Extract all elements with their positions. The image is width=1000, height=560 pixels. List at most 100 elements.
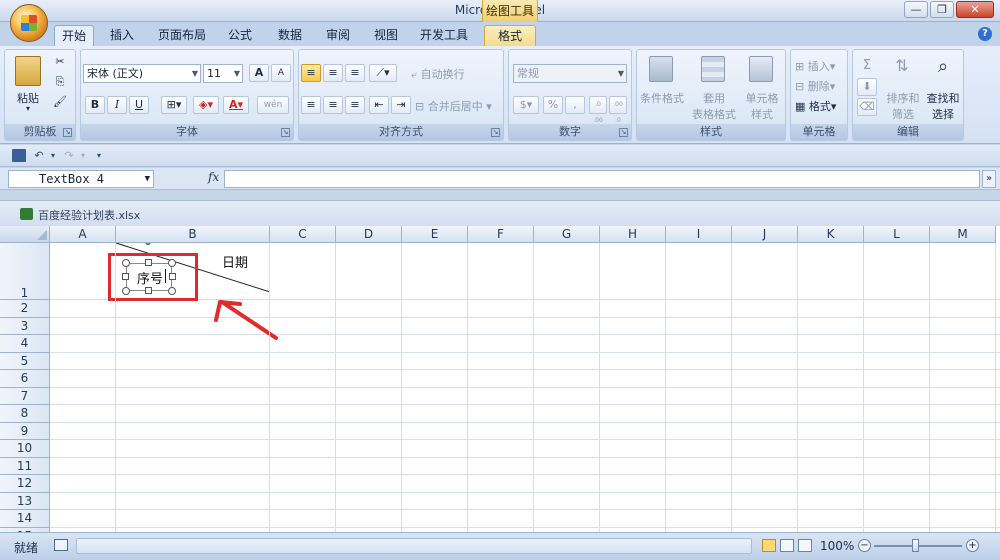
- column-header-j[interactable]: J: [732, 226, 798, 243]
- zoom-out-button[interactable]: −: [858, 539, 871, 552]
- tab-review[interactable]: 审阅: [318, 25, 358, 46]
- borders-icon[interactable]: ⊞▾: [161, 96, 187, 114]
- column-header-h[interactable]: H: [600, 226, 666, 243]
- page-layout-view-icon[interactable]: [780, 539, 794, 552]
- comma-button[interactable]: ,: [565, 96, 585, 114]
- paste-icon[interactable]: [15, 56, 41, 86]
- merge-center-button[interactable]: ⊟ 合并后居中 ▾: [415, 98, 503, 114]
- decrease-decimal-button[interactable]: .00 .0: [609, 96, 627, 124]
- zoom-in-button[interactable]: +: [966, 539, 979, 552]
- format-as-table-line2[interactable]: 表格格式: [687, 106, 741, 122]
- accounting-format-icon[interactable]: $▾: [513, 96, 539, 114]
- find-select-line2[interactable]: 选择: [925, 106, 961, 122]
- font-name-select[interactable]: 宋体 (正文) ▼: [83, 64, 201, 83]
- alignment-launcher-icon[interactable]: ↘: [491, 128, 500, 137]
- percent-button[interactable]: %: [543, 96, 563, 114]
- shrink-font-button[interactable]: A: [271, 64, 291, 82]
- autosum-button[interactable]: Σ: [857, 58, 877, 73]
- zoom-level[interactable]: 100%: [820, 539, 854, 553]
- macro-record-icon[interactable]: [54, 539, 68, 551]
- decrease-indent-icon[interactable]: ⇤: [369, 96, 389, 114]
- save-icon[interactable]: [12, 149, 26, 162]
- page-break-view-icon[interactable]: [798, 539, 812, 552]
- increase-indent-icon[interactable]: ⇥: [391, 96, 411, 114]
- help-icon[interactable]: ?: [978, 27, 992, 41]
- align-left-icon[interactable]: ≡: [301, 96, 321, 114]
- cut-icon[interactable]: ✂: [51, 54, 69, 72]
- font-launcher-icon[interactable]: ↘: [281, 128, 290, 137]
- binoculars-icon[interactable]: ⌕: [931, 56, 955, 80]
- number-format-select[interactable]: 常规 ▼: [513, 64, 627, 83]
- column-header-e[interactable]: E: [402, 226, 468, 243]
- insert-cells-button[interactable]: ⊞ 插入▾: [795, 58, 847, 74]
- align-bottom-icon[interactable]: ≡: [345, 64, 365, 82]
- sort-filter-line1[interactable]: 排序和: [883, 90, 923, 106]
- undo-dropdown-icon[interactable]: ▾: [46, 149, 60, 162]
- bold-button[interactable]: B: [85, 96, 105, 114]
- wrap-text-button[interactable]: ⤶ 自动换行: [411, 66, 501, 82]
- fill-icon[interactable]: ⬇: [857, 78, 877, 96]
- clipboard-launcher-icon[interactable]: ↘: [63, 128, 72, 137]
- formula-input[interactable]: [224, 170, 980, 188]
- office-button[interactable]: [10, 4, 48, 42]
- tab-view[interactable]: 视图: [366, 25, 406, 46]
- cell-styles-icon[interactable]: [749, 56, 773, 82]
- orientation-icon[interactable]: ⟋▾: [369, 64, 397, 82]
- zoom-slider-thumb[interactable]: [912, 539, 919, 552]
- align-right-icon[interactable]: ≡: [345, 96, 365, 114]
- tab-page-layout[interactable]: 页面布局: [152, 25, 212, 46]
- tab-insert[interactable]: 插入: [102, 25, 142, 46]
- align-top-icon[interactable]: ≡: [301, 64, 321, 82]
- column-header-m[interactable]: M: [930, 226, 996, 243]
- copy-icon[interactable]: ⎘: [51, 74, 69, 92]
- redo-dropdown-icon[interactable]: ▾: [76, 149, 90, 162]
- align-center-icon[interactable]: ≡: [323, 96, 343, 114]
- worksheet-grid[interactable]: 151413121110987654321 日期 序号 ABCDEFGHIJKL…: [0, 226, 1000, 532]
- clear-icon[interactable]: ⌫: [857, 98, 877, 116]
- column-header-l[interactable]: L: [864, 226, 930, 243]
- conditional-format-button[interactable]: 条件格式: [637, 90, 687, 106]
- align-middle-icon[interactable]: ≡: [323, 64, 343, 82]
- format-as-table-icon[interactable]: [701, 56, 725, 82]
- tab-formulas[interactable]: 公式: [220, 25, 260, 46]
- tab-data[interactable]: 数据: [270, 25, 310, 46]
- expand-formula-bar-button[interactable]: »: [982, 170, 996, 188]
- format-painter-icon[interactable]: 🖌: [51, 94, 69, 112]
- column-header-g[interactable]: G: [534, 226, 600, 243]
- cell-styles-line1[interactable]: 单元格: [739, 90, 785, 106]
- customize-qat-icon[interactable]: ▾: [92, 149, 106, 162]
- underline-button[interactable]: U: [129, 96, 149, 114]
- tab-format[interactable]: 格式: [484, 25, 536, 46]
- phonetic-button[interactable]: wén: [257, 96, 289, 114]
- close-button[interactable]: ✕: [956, 1, 994, 18]
- column-header-i[interactable]: I: [666, 226, 732, 243]
- column-header-d[interactable]: D: [336, 226, 402, 243]
- column-header-a[interactable]: A: [50, 226, 116, 243]
- tab-home[interactable]: 开始: [54, 25, 94, 46]
- sort-filter-line2[interactable]: 筛选: [885, 106, 921, 122]
- redo-icon[interactable]: ↷: [62, 149, 76, 162]
- fill-color-icon[interactable]: ◈▾: [193, 96, 219, 114]
- grow-font-button[interactable]: A: [249, 64, 269, 82]
- insert-function-button[interactable]: fx: [208, 170, 219, 184]
- number-launcher-icon[interactable]: ↘: [619, 128, 628, 137]
- delete-cells-button[interactable]: ⊟ 删除▾: [795, 78, 847, 94]
- italic-button[interactable]: I: [107, 96, 127, 114]
- increase-decimal-button[interactable]: .0 .00: [589, 96, 607, 124]
- column-header-k[interactable]: K: [798, 226, 864, 243]
- cell-styles-line2[interactable]: 样式: [741, 106, 783, 122]
- name-box[interactable]: TextBox 4 ▼: [8, 170, 154, 188]
- find-select-line1[interactable]: 查找和: [923, 90, 963, 106]
- format-as-table-line1[interactable]: 套用: [689, 90, 739, 106]
- font-color-icon[interactable]: A▾: [223, 96, 249, 114]
- horizontal-scrollbar[interactable]: [76, 538, 752, 554]
- column-header-c[interactable]: C: [270, 226, 336, 243]
- font-size-select[interactable]: 11 ▼: [203, 64, 243, 83]
- conditional-format-icon[interactable]: [649, 56, 673, 82]
- minimize-button[interactable]: —: [904, 1, 928, 18]
- restore-button[interactable]: ❐: [930, 1, 954, 18]
- column-header-f[interactable]: F: [468, 226, 534, 243]
- sort-filter-icon[interactable]: ⇅: [891, 56, 913, 80]
- column-header-b[interactable]: B: [116, 226, 270, 243]
- normal-view-icon[interactable]: [762, 539, 776, 552]
